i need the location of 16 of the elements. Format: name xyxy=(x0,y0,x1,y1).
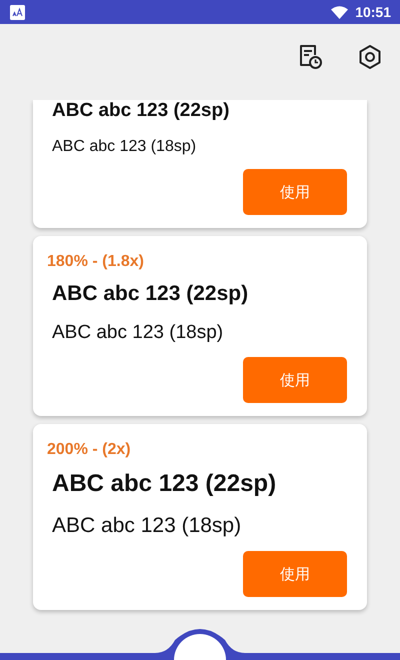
use-button[interactable]: 使用 xyxy=(243,357,347,403)
sample-heading: ABC abc 123 (22sp) xyxy=(52,100,230,122)
sample-heading: ABC abc 123 (22sp) xyxy=(52,470,276,498)
sample-text: ABC abc 123 (18sp) xyxy=(52,322,224,344)
app-icon xyxy=(10,4,25,20)
sample-text: ABC abc 123 (18sp) xyxy=(52,514,242,538)
settings-icon[interactable] xyxy=(358,44,382,70)
use-button[interactable]: 使用 xyxy=(243,169,347,215)
sample-heading: ABC abc 123 (22sp) xyxy=(52,282,248,306)
sample-text: ABC abc 123 (18sp) xyxy=(52,138,196,156)
scale-label: 200% - (2x) xyxy=(47,441,131,459)
use-button[interactable]: 使用 xyxy=(243,551,347,597)
status-time: 10:51 xyxy=(355,4,391,20)
wifi-icon xyxy=(331,6,348,18)
document-clock-icon[interactable] xyxy=(298,44,322,70)
scale-label: 180% - (1.8x) xyxy=(47,253,144,271)
